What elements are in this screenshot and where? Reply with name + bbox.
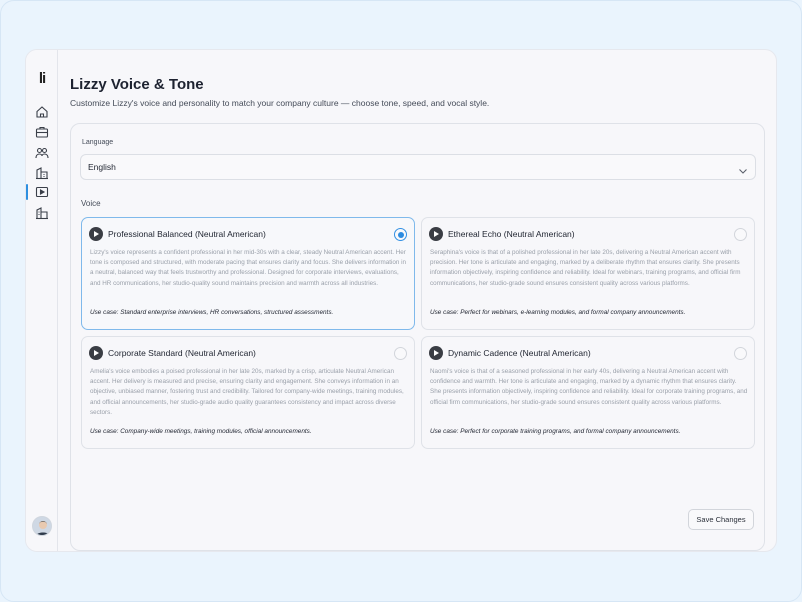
- language-select[interactable]: English: [80, 154, 756, 180]
- language-label: Language: [82, 139, 114, 146]
- sidebar: li: [26, 50, 58, 551]
- voice-radio[interactable]: [394, 347, 407, 360]
- voice-label: Voice: [81, 199, 101, 208]
- voice-description: Naomi's voice is that of a seasoned prof…: [430, 368, 748, 406]
- briefcase-icon[interactable]: [35, 125, 49, 139]
- avatar[interactable]: [32, 516, 52, 536]
- page-subtitle: Customize Lizzy's voice and personality …: [70, 98, 490, 108]
- voice-radio[interactable]: [734, 228, 747, 241]
- play-icon[interactable]: [89, 346, 103, 360]
- voice-description: Seraphina's voice is that of a polished …: [430, 249, 741, 287]
- settings-panel: Language English Voice Professional Bala…: [70, 123, 765, 551]
- voice-name: Professional Balanced (Neutral American): [108, 229, 266, 239]
- voice-description: Lizzy's voice represents a confident pro…: [90, 249, 407, 287]
- voice-radio[interactable]: [394, 228, 407, 241]
- voice-radio[interactable]: [734, 347, 747, 360]
- app-logo: li: [38, 70, 46, 87]
- chevron-down-icon: [738, 163, 748, 174]
- voice-use-case: Use case: Company-wide meetings, trainin…: [90, 428, 312, 435]
- voice-use-case: Use case: Perfect for webinars, e-learni…: [430, 309, 686, 316]
- play-icon[interactable]: [429, 346, 443, 360]
- voice-card-dynamic-cadence[interactable]: Dynamic Cadence (Neutral American) Naomi…: [421, 336, 755, 449]
- office-icon[interactable]: [35, 206, 49, 220]
- app-window: li Lizzy Voice & Tone Customize Lizzy's …: [25, 49, 777, 552]
- page-title: Lizzy Voice & Tone: [70, 76, 204, 93]
- voice-card-corporate-standard[interactable]: Corporate Standard (Neutral American) Am…: [81, 336, 415, 449]
- main-content: Lizzy Voice & Tone Customize Lizzy's voi…: [70, 50, 770, 551]
- language-value: English: [88, 162, 116, 172]
- voice-use-case: Use case: Perfect for corporate training…: [430, 428, 681, 435]
- voice-name: Corporate Standard (Neutral American): [108, 348, 256, 358]
- voice-description: Amelia's voice embodies a poised profess…: [90, 368, 404, 416]
- save-changes-button[interactable]: Save Changes: [688, 509, 754, 530]
- play-icon[interactable]: [429, 227, 443, 241]
- video-icon[interactable]: [35, 185, 49, 199]
- home-icon[interactable]: [35, 105, 49, 119]
- play-icon[interactable]: [89, 227, 103, 241]
- voice-name: Ethereal Echo (Neutral American): [448, 229, 575, 239]
- active-nav-indicator: [26, 184, 28, 200]
- users-icon[interactable]: [35, 146, 49, 160]
- voice-card-ethereal-echo[interactable]: Ethereal Echo (Neutral American) Seraphi…: [421, 217, 755, 330]
- voice-use-case: Use case: Standard enterprise interviews…: [90, 309, 334, 316]
- voice-card-professional-balanced[interactable]: Professional Balanced (Neutral American)…: [81, 217, 415, 330]
- building-icon[interactable]: [35, 166, 49, 180]
- voice-name: Dynamic Cadence (Neutral American): [448, 348, 591, 358]
